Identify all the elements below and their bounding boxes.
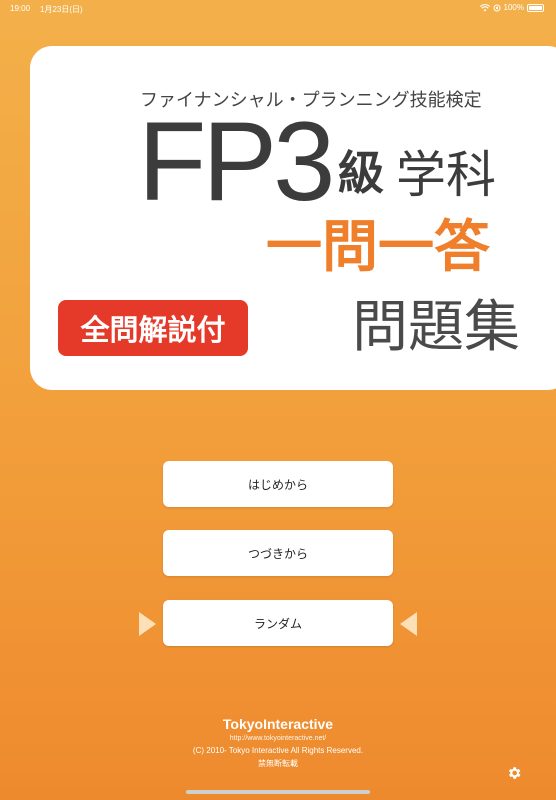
footer-notice: 禁無断転載 — [258, 759, 298, 768]
random-button[interactable]: ランダム — [163, 600, 393, 646]
arrow-right-icon — [139, 612, 156, 636]
arrow-left-icon — [400, 612, 417, 636]
title-subject: 学科 — [396, 146, 496, 204]
wifi-icon — [479, 3, 490, 11]
gear-icon[interactable] — [506, 765, 522, 781]
battery-percent: 100% — [503, 3, 524, 12]
footer-copyright: (C) 2010- Tokyo Interactive All Rights R… — [192, 746, 364, 755]
location-icon — [493, 4, 501, 11]
footer-url: http://www.tokyointeractive.net/ — [229, 735, 327, 742]
start-from-beginning-button[interactable]: はじめから — [163, 461, 393, 507]
explanation-badge: 全問解説付 — [58, 300, 248, 356]
title-collection: 問題集 — [352, 295, 520, 360]
title-fp3: FP3 — [138, 99, 335, 224]
continue-button[interactable]: つづきから — [163, 530, 393, 576]
battery-icon — [527, 3, 544, 12]
status-bar: 19:00 1月23日(日) 100% — [0, 0, 556, 18]
home-indicator[interactable] — [186, 790, 370, 794]
title-grade: 級 — [338, 146, 384, 200]
status-time: 19:00 — [10, 4, 31, 13]
title-question-type: 一問一答 — [266, 215, 490, 280]
footer-brand: TokyoInteractive — [222, 716, 334, 732]
status-date: 1月23日(日) — [40, 5, 83, 14]
status-indicators: 100% — [479, 3, 544, 12]
